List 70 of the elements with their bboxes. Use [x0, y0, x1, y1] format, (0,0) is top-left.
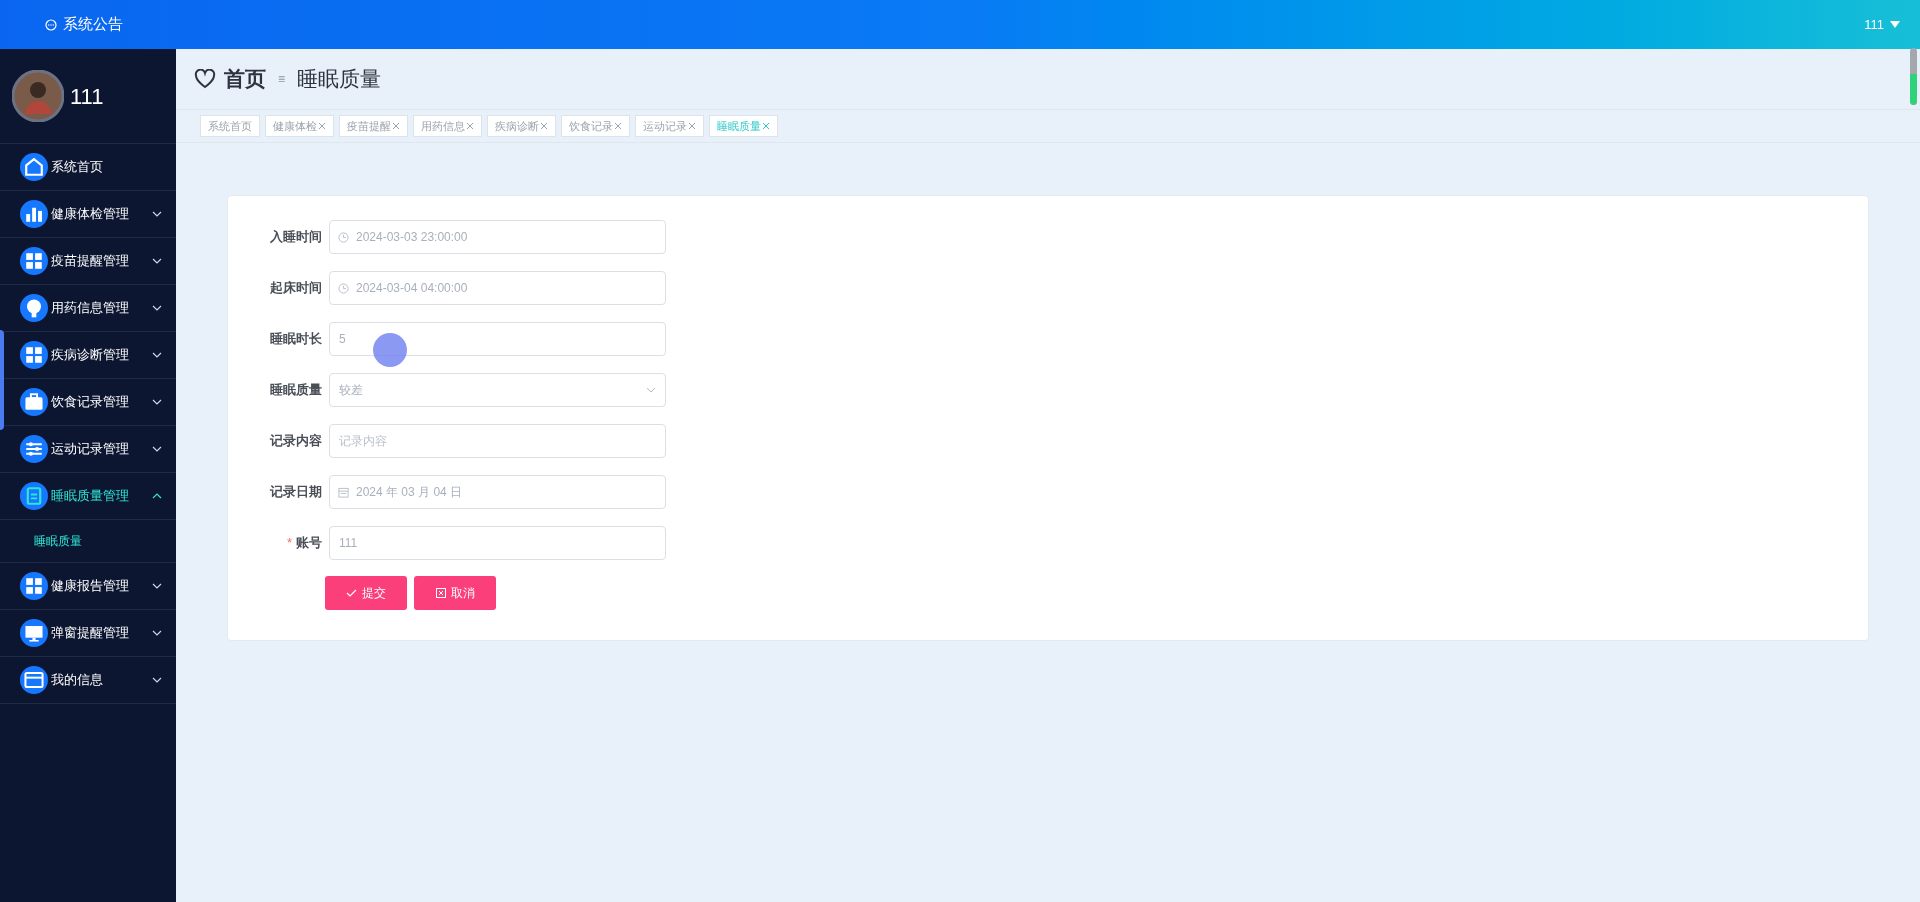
menu-item[interactable]: 系统首页 [0, 144, 176, 191]
field-label: 记录日期 [270, 483, 322, 502]
menu-item[interactable]: 健康体检管理 [0, 191, 176, 238]
input-field[interactable]: 2024-03-04 04:00:00 [329, 271, 666, 305]
menu-item[interactable]: 健康报告管理 [0, 563, 176, 610]
grid-icon [20, 341, 48, 369]
input-field[interactable]: 2024 年 03 月 04 日 [329, 475, 666, 509]
menu-item[interactable]: 疫苗提醒管理 [0, 238, 176, 285]
menu-item[interactable]: 用药信息管理 [0, 285, 176, 332]
input-field[interactable]: 111 [329, 526, 666, 560]
clock-icon [338, 282, 349, 294]
tab[interactable]: 健康体检 [265, 115, 334, 137]
input-field[interactable]: 5 [329, 322, 666, 356]
close-icon[interactable] [614, 122, 622, 130]
close-box-icon [435, 588, 446, 598]
field-label: 起床时间 [270, 279, 322, 298]
breadcrumb-link[interactable]: 首页 [224, 63, 266, 95]
field-label: 入睡时间 [270, 228, 322, 247]
notice-button[interactable]: 系统公告 [45, 13, 123, 36]
select-field[interactable]: 较差 [329, 373, 666, 407]
required-mark: * [286, 534, 292, 553]
menu-item[interactable]: 我的信息 [0, 657, 176, 704]
user-menu-button[interactable]: 111 [1864, 14, 1900, 35]
field-label: 睡眠质量 [270, 381, 322, 400]
breadcrumb-separator: ≡ [278, 71, 285, 88]
grid-icon [20, 247, 48, 275]
close-icon[interactable] [318, 122, 326, 130]
close-icon[interactable] [466, 122, 474, 130]
tab[interactable]: 疫苗提醒 [339, 115, 408, 137]
menu-item[interactable]: 睡眠质量管理 [0, 473, 176, 520]
card-icon [20, 666, 48, 694]
close-icon[interactable] [688, 122, 696, 130]
grid-icon [20, 572, 48, 600]
close-icon[interactable] [762, 122, 770, 130]
submenu-item[interactable]: 睡眠质量 [0, 520, 176, 563]
input-field[interactable]: 记录内容 [329, 424, 666, 458]
close-icon[interactable] [392, 122, 400, 130]
submit-button[interactable]: 提交 [325, 576, 407, 610]
clipboard-icon [20, 482, 48, 510]
cancel-button[interactable]: 取消 [414, 576, 496, 610]
field-label: 睡眠时长 [270, 330, 322, 349]
field-label: 记录内容 [270, 432, 322, 451]
sliders-icon [20, 435, 48, 463]
tab[interactable]: 运动记录 [635, 115, 704, 137]
lightbulb-icon [20, 294, 48, 322]
monitor-icon [20, 619, 48, 647]
breadcrumb-current: 睡眠质量 [297, 66, 381, 93]
clock-icon [338, 231, 349, 243]
briefcase-icon [20, 388, 48, 416]
bar-chart-icon [20, 200, 48, 228]
menu-item[interactable]: 运动记录管理 [0, 426, 176, 473]
input-field[interactable]: 2024-03-03 23:00:00 [329, 220, 666, 254]
user-name: 111 [70, 82, 104, 111]
caret-icon [1890, 20, 1900, 29]
tab[interactable]: 睡眠质量 [709, 115, 778, 137]
heart-icon [194, 69, 216, 89]
calendar-icon [338, 486, 349, 498]
check-icon [346, 589, 357, 597]
tab[interactable]: 系统首页 [200, 115, 260, 137]
scrollbar [1910, 48, 1917, 105]
chevron-down-icon [646, 387, 656, 393]
close-icon[interactable] [540, 122, 548, 130]
tab[interactable]: 用药信息 [413, 115, 482, 137]
tab[interactable]: 饮食记录 [561, 115, 630, 137]
field-label: 账号 [296, 534, 322, 553]
tab[interactable]: 疾病诊断 [487, 115, 556, 137]
chat-icon [45, 18, 57, 31]
house-icon [20, 153, 48, 181]
avatar [12, 70, 64, 122]
menu-item[interactable]: 弹窗提醒管理 [0, 610, 176, 657]
